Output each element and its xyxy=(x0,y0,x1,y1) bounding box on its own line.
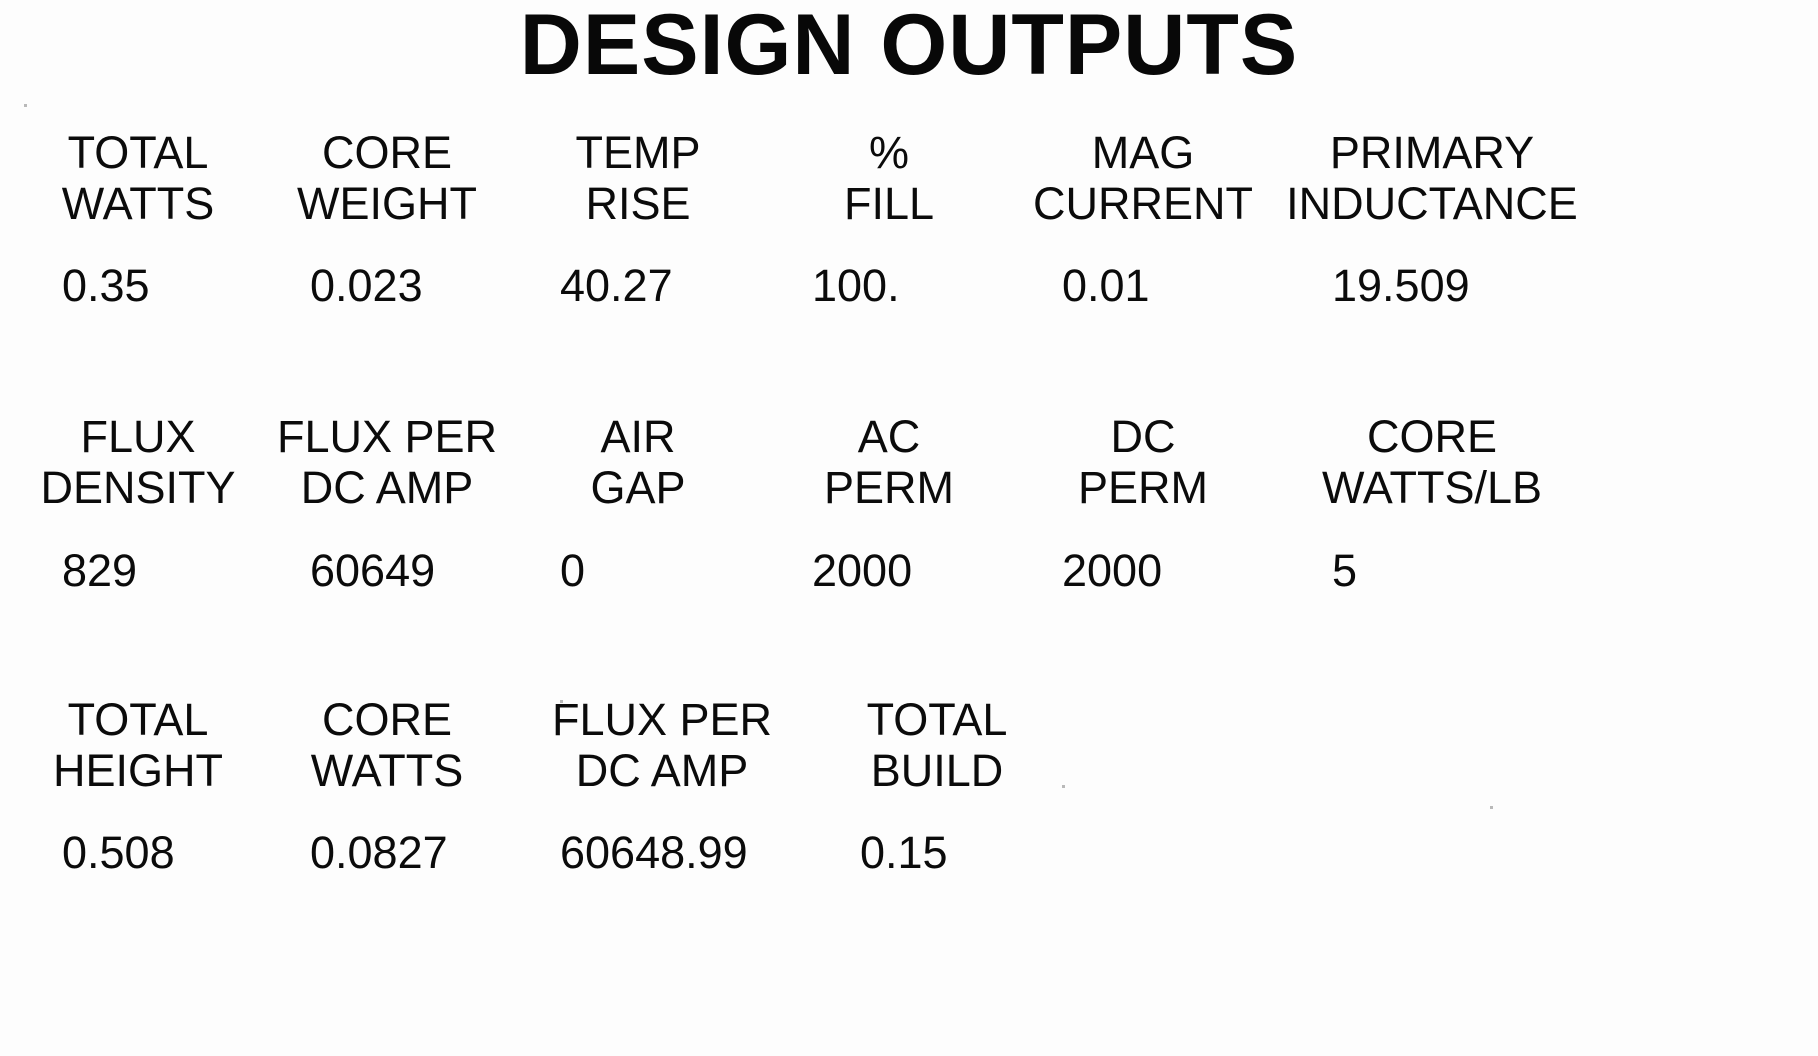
header-line-2: GAP xyxy=(590,461,686,513)
value-total-build: 0.15 xyxy=(860,827,948,878)
value-cell-dc-perm: 2000 xyxy=(1014,548,1272,593)
header-line-2: BUILD xyxy=(870,744,1004,796)
column-header-flux-per-dc-amp-2: FLUX PER DC AMP xyxy=(512,694,812,797)
header-line-2: WATTS xyxy=(310,744,464,796)
value-flux-density: 829 xyxy=(62,545,138,596)
block-3-values: 0.508 0.0827 60648.99 0.15 xyxy=(0,830,1818,875)
value-cell-flux-per-dc-amp-2: 60648.99 xyxy=(512,830,812,875)
value-temp-rise: 40.27 xyxy=(560,260,673,311)
value-cell-mag-current: 0.01 xyxy=(1014,263,1272,308)
column-header-total-build: TOTAL BUILD xyxy=(812,694,1062,797)
header-line-1: FLUX PER xyxy=(551,694,773,745)
header-line-1: DC xyxy=(1110,411,1176,462)
header-line-2: INDUCTANCE xyxy=(1286,177,1578,229)
value-flux-per-dc-amp-2: 60648.99 xyxy=(560,827,748,878)
column-header-primary-inductance: PRIMARY INDUCTANCE xyxy=(1272,127,1592,230)
value-cell-primary-inductance: 19.509 xyxy=(1272,263,1592,308)
header-line-2: PERM xyxy=(1077,461,1208,513)
scan-speck xyxy=(1490,806,1493,809)
header-line-2: WATTS/LB xyxy=(1321,461,1542,513)
value-ac-perm: 2000 xyxy=(812,545,913,596)
block-3-headers: TOTAL HEIGHT CORE WATTS FLUX PER DC AMP … xyxy=(0,694,1818,797)
header-line-1: TEMP xyxy=(575,127,701,178)
value-air-gap: 0 xyxy=(560,545,586,596)
block-2-values: 829 60649 0 2000 2000 5 xyxy=(0,548,1818,593)
value-cell-percent-fill: 100. xyxy=(764,263,1014,308)
block-1-values: 0.35 0.023 40.27 100. 0.01 19.509 xyxy=(0,263,1818,308)
header-line-1: TOTAL xyxy=(67,127,209,178)
header-line-1: TOTAL xyxy=(67,694,209,745)
value-cell-total-watts: 0.35 xyxy=(14,263,262,308)
value-cell-core-watts-per-lb: 5 xyxy=(1272,548,1592,593)
header-line-1: PRIMARY xyxy=(1329,127,1535,178)
design-outputs-page: DESIGN OUTPUTS TOTAL WATTS CORE WEIGHT T… xyxy=(0,0,1818,1056)
scan-speck xyxy=(560,700,563,703)
value-mag-current: 0.01 xyxy=(1062,260,1150,311)
column-header-core-watts-per-lb: CORE WATTS/LB xyxy=(1272,411,1592,514)
header-line-2: FILL xyxy=(843,177,935,229)
column-header-percent-fill: % FILL xyxy=(764,127,1014,230)
value-cell-total-build: 0.15 xyxy=(812,830,1062,875)
value-dc-perm: 2000 xyxy=(1062,545,1163,596)
header-line-1: CORE xyxy=(321,127,452,178)
header-line-1: TOTAL xyxy=(866,694,1008,745)
header-line-2: PERM xyxy=(823,461,954,513)
value-cell-core-weight: 0.023 xyxy=(262,263,512,308)
column-header-total-watts: TOTAL WATTS xyxy=(14,127,262,230)
column-header-flux-density: FLUX DENSITY xyxy=(14,411,262,514)
value-cell-flux-per-dc-amp: 60649 xyxy=(262,548,512,593)
column-header-total-height: TOTAL HEIGHT xyxy=(14,694,262,797)
block-1-headers: TOTAL WATTS CORE WEIGHT TEMP RISE % FILL… xyxy=(0,127,1818,230)
header-line-1: AIR xyxy=(600,411,676,462)
value-cell-total-height: 0.508 xyxy=(14,830,262,875)
scan-speck xyxy=(1062,785,1065,788)
value-primary-inductance: 19.509 xyxy=(1332,260,1470,311)
header-line-1: FLUX PER xyxy=(276,411,498,462)
header-line-1: % xyxy=(868,127,909,178)
column-header-air-gap: AIR GAP xyxy=(512,411,764,514)
column-header-dc-perm: DC PERM xyxy=(1014,411,1272,514)
header-line-1: CORE xyxy=(1366,411,1497,462)
header-line-2: RISE xyxy=(585,177,691,229)
value-cell-temp-rise: 40.27 xyxy=(512,263,764,308)
header-line-2: DC AMP xyxy=(575,744,749,796)
block-2-headers: FLUX DENSITY FLUX PER DC AMP AIR GAP AC … xyxy=(0,411,1818,514)
value-percent-fill: 100. xyxy=(812,260,900,311)
scan-speck xyxy=(24,104,27,107)
header-line-2: DC AMP xyxy=(300,461,474,513)
value-cell-core-watts: 0.0827 xyxy=(262,830,512,875)
value-core-watts-per-lb: 5 xyxy=(1332,545,1358,596)
value-cell-ac-perm: 2000 xyxy=(764,548,1014,593)
column-header-ac-perm: AC PERM xyxy=(764,411,1014,514)
header-line-1: FLUX xyxy=(80,411,196,462)
column-header-core-watts: CORE WATTS xyxy=(262,694,512,797)
header-line-2: WEIGHT xyxy=(297,177,477,229)
column-header-temp-rise: TEMP RISE xyxy=(512,127,764,230)
header-line-2: WATTS xyxy=(61,177,215,229)
column-header-flux-per-dc-amp: FLUX PER DC AMP xyxy=(262,411,512,514)
header-line-2: DENSITY xyxy=(40,461,236,513)
value-cell-flux-density: 829 xyxy=(14,548,262,593)
header-line-2: HEIGHT xyxy=(52,744,223,796)
header-line-1: CORE xyxy=(321,694,452,745)
value-flux-per-dc-amp: 60649 xyxy=(310,545,436,596)
value-cell-air-gap: 0 xyxy=(512,548,764,593)
header-line-2: CURRENT xyxy=(1033,177,1253,229)
value-core-watts: 0.0827 xyxy=(310,827,448,878)
column-header-mag-current: MAG CURRENT xyxy=(1014,127,1272,230)
value-total-height: 0.508 xyxy=(62,827,175,878)
page-title: DESIGN OUTPUTS xyxy=(519,0,1299,93)
column-header-core-weight: CORE WEIGHT xyxy=(262,127,512,230)
header-line-1: MAG xyxy=(1091,127,1195,178)
value-core-weight: 0.023 xyxy=(310,260,423,311)
header-line-1: AC xyxy=(857,411,921,462)
value-total-watts: 0.35 xyxy=(62,260,150,311)
